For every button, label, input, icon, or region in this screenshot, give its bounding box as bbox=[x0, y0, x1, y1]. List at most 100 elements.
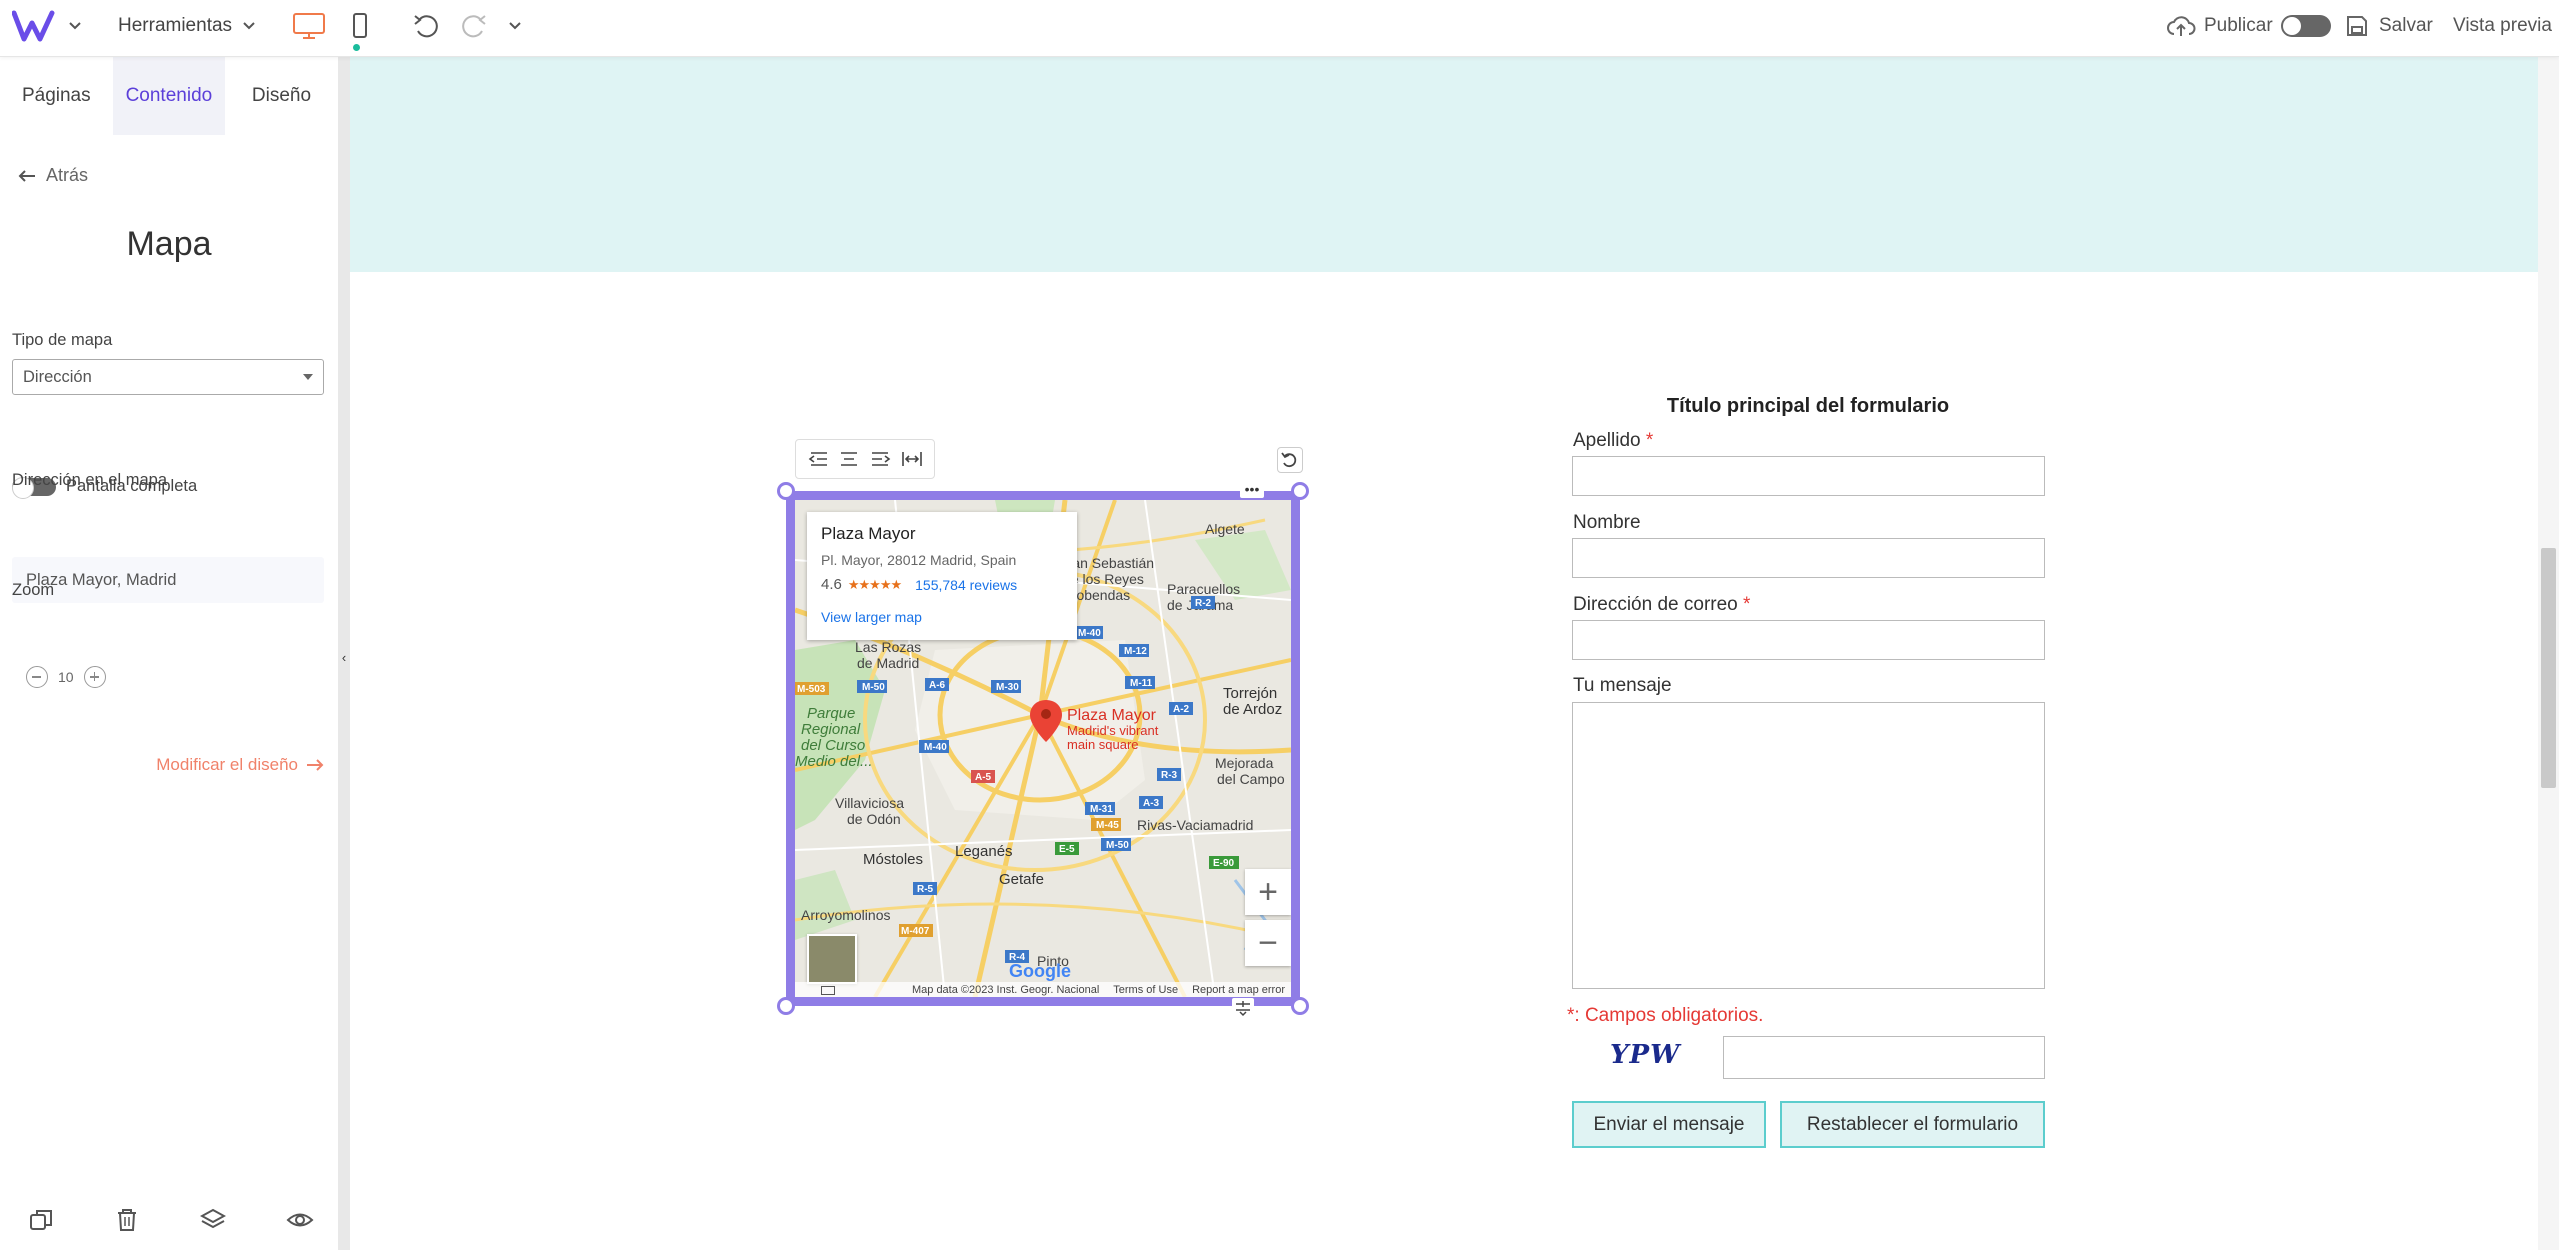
google-logo: Google bbox=[1009, 961, 1071, 981]
map-zoom-in-button[interactable]: + bbox=[1245, 869, 1291, 915]
place-address: Pl. Mayor, 28012 Madrid, Spain bbox=[821, 552, 1017, 568]
preview-label: Vista previa bbox=[2453, 15, 2552, 36]
map-type-select[interactable]: Dirección bbox=[12, 359, 324, 395]
logo-menu[interactable] bbox=[12, 0, 82, 52]
required-mark: * bbox=[1645, 430, 1654, 451]
tools-menu[interactable]: Herramientas bbox=[118, 0, 256, 52]
resize-handle-top-right[interactable] bbox=[1291, 482, 1309, 500]
captcha-image: YPW bbox=[1610, 1040, 1681, 1070]
layers-icon[interactable] bbox=[200, 1207, 226, 1233]
resize-handle-bottom-right[interactable] bbox=[1291, 997, 1309, 1015]
tab-design[interactable]: Diseño bbox=[225, 57, 338, 135]
publish-toggle[interactable] bbox=[2280, 15, 2331, 37]
name-field[interactable] bbox=[1572, 538, 2045, 578]
preview-button[interactable]: Vista previa bbox=[2453, 0, 2552, 52]
align-center-icon[interactable] bbox=[838, 450, 860, 468]
keyboard-icon[interactable] bbox=[821, 985, 835, 995]
eye-icon[interactable] bbox=[286, 1207, 314, 1233]
message-textarea[interactable] bbox=[1572, 702, 2045, 989]
save-button[interactable]: Salvar bbox=[2345, 0, 2433, 52]
caret-down-icon bbox=[303, 374, 313, 380]
align-right-icon[interactable] bbox=[870, 450, 892, 468]
reset-button[interactable]: Restablecer el formulario bbox=[1780, 1101, 2045, 1148]
back-link[interactable]: Atrás bbox=[18, 165, 88, 186]
publish-control[interactable]: Publicar bbox=[2166, 0, 2331, 52]
larger-map-link[interactable]: View larger map bbox=[821, 609, 1063, 625]
email-label-text: Dirección de correo bbox=[1573, 594, 1738, 615]
panel-title: Mapa bbox=[126, 225, 212, 263]
stretch-width-icon[interactable] bbox=[901, 450, 923, 468]
save-label: Salvar bbox=[2379, 15, 2433, 36]
map-widget[interactable]: Algete San Sebastián de los Reyes Alcobe… bbox=[786, 491, 1300, 1006]
lastname-label-text: Apellido bbox=[1573, 430, 1641, 451]
modify-design-link[interactable]: Modificar el diseño bbox=[156, 755, 324, 775]
save-icon bbox=[2347, 16, 2367, 36]
properties-icon[interactable] bbox=[1232, 998, 1254, 1018]
place-rating-row: 4.6 ★★★★★ 155,784 reviews bbox=[821, 576, 1063, 593]
address-label: Dirección en el mapa bbox=[12, 471, 167, 489]
collapse-panel-icon[interactable]: ‹ bbox=[338, 650, 350, 665]
reset-rotation-button[interactable] bbox=[1277, 447, 1303, 473]
history-controls bbox=[412, 0, 522, 52]
email-label: Dirección de correo * bbox=[1573, 594, 1750, 616]
top-toolbar: Herramientas Publicar Salvar Vista previ… bbox=[0, 0, 2559, 57]
lastname-field[interactable] bbox=[1572, 456, 2045, 496]
tab-content[interactable]: Contenido bbox=[112, 57, 226, 135]
trash-icon[interactable] bbox=[114, 1207, 140, 1233]
back-label: Atrás bbox=[46, 165, 89, 185]
zoom-minus-icon[interactable] bbox=[26, 666, 48, 688]
zoom-stepper: 10 bbox=[26, 666, 106, 688]
zoom-value: 10 bbox=[58, 669, 74, 685]
report-link[interactable]: Report a map error bbox=[1192, 984, 1285, 996]
zoom-plus-icon[interactable] bbox=[83, 666, 106, 688]
logo-icon bbox=[12, 10, 55, 42]
align-left-icon[interactable] bbox=[807, 450, 829, 468]
terms-link[interactable]: Terms of Use bbox=[1113, 984, 1178, 996]
active-device-dot bbox=[353, 44, 360, 51]
desktop-icon[interactable] bbox=[292, 12, 326, 40]
map-attribution: Map data ©2023 Inst. Geogr. Nacional Ter… bbox=[795, 982, 1291, 997]
location-pin-icon bbox=[1030, 700, 1062, 742]
tools-label: Herramientas bbox=[118, 15, 233, 36]
page-canvas bbox=[350, 57, 2538, 1250]
map-type-value: Dirección bbox=[23, 367, 92, 386]
satellite-toggle[interactable] bbox=[807, 934, 857, 984]
mobile-icon[interactable] bbox=[352, 12, 368, 40]
rotate-icon bbox=[1281, 452, 1297, 468]
redo-icon[interactable] bbox=[460, 13, 488, 39]
resize-handle-bottom-left[interactable] bbox=[777, 997, 795, 1015]
resize-handle-top-left[interactable] bbox=[777, 482, 795, 500]
place-card: Plaza Mayor Pl. Mayor, 28012 Madrid, Spa… bbox=[807, 512, 1077, 640]
chevron-down-icon bbox=[243, 22, 255, 30]
duplicate-icon[interactable] bbox=[28, 1207, 54, 1233]
undo-icon[interactable] bbox=[412, 13, 440, 39]
reviews-link[interactable]: 155,784 reviews bbox=[915, 577, 1017, 593]
place-title: Plaza Mayor bbox=[821, 524, 916, 543]
arrow-right-icon bbox=[307, 759, 324, 771]
chevron-down-icon bbox=[69, 22, 81, 30]
address-input[interactable]: Plaza Mayor, Madrid bbox=[12, 557, 324, 603]
sliders-icon bbox=[1236, 1001, 1250, 1017]
submit-button[interactable]: Enviar el mensaje bbox=[1572, 1101, 1766, 1148]
pin-sub-1: Madrid's vibrant bbox=[1067, 723, 1159, 738]
map-align-toolbar bbox=[795, 439, 935, 479]
scrollbar-thumb[interactable] bbox=[2541, 548, 2556, 788]
captcha-input[interactable] bbox=[1723, 1036, 2045, 1079]
map-data-text: Map data ©2023 Inst. Geogr. Nacional bbox=[911, 984, 1100, 996]
header-banner[interactable] bbox=[350, 57, 2538, 272]
chevron-down-icon[interactable] bbox=[508, 21, 522, 31]
place-rating: 4.6 bbox=[821, 576, 842, 593]
required-note: *: Campos obligatorios. bbox=[1567, 1005, 1764, 1026]
panel-bottom-actions bbox=[28, 1207, 314, 1233]
map-zoom-out-button[interactable]: − bbox=[1245, 920, 1291, 966]
panel-tabs: Páginas Contenido Diseño bbox=[0, 57, 338, 135]
lastname-label: Apellido * bbox=[1573, 430, 1653, 452]
pin-sub-2: main square bbox=[1067, 737, 1139, 752]
more-options-icon[interactable]: ••• bbox=[1240, 482, 1264, 498]
required-mark: * bbox=[1743, 594, 1751, 615]
email-field[interactable] bbox=[1572, 620, 2045, 660]
tab-pages[interactable]: Páginas bbox=[0, 57, 113, 135]
content-panel: Páginas Contenido Diseño Atrás Mapa Tipo… bbox=[0, 57, 338, 1250]
publish-label: Publicar bbox=[2204, 15, 2273, 36]
message-label: Tu mensaje bbox=[1573, 675, 1672, 696]
